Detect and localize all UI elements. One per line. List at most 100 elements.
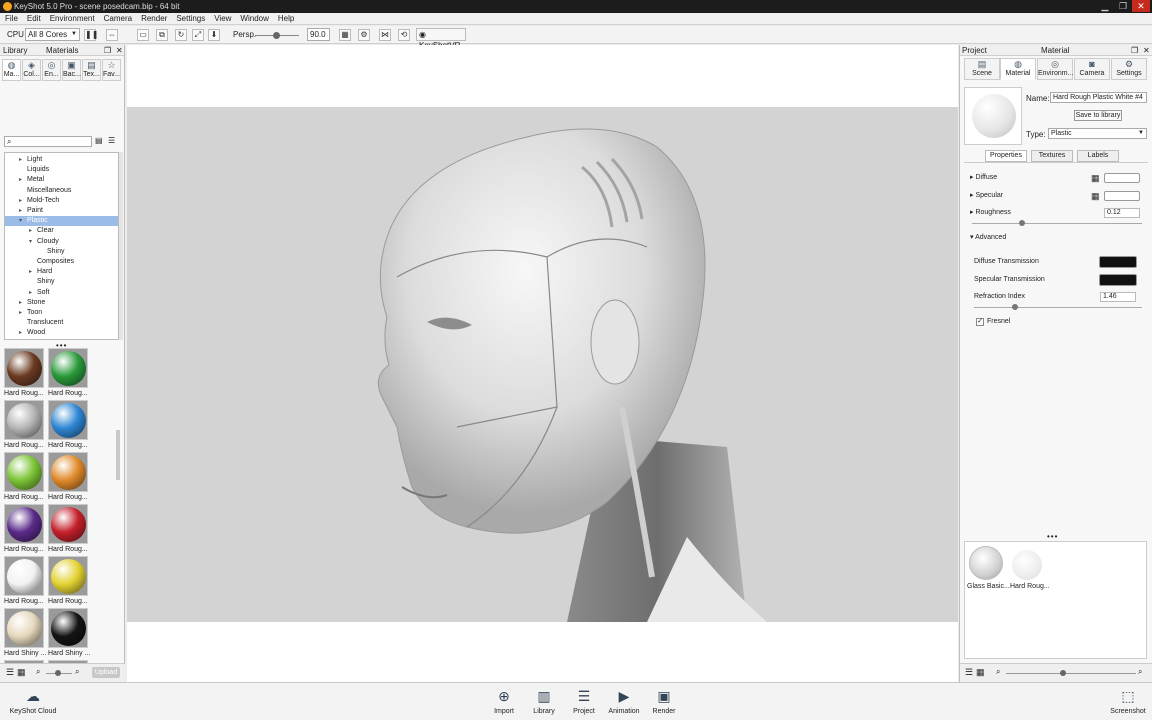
diffuse-row[interactable]: ▸ Diffuse — [970, 173, 997, 183]
thumbnail-size-knob[interactable] — [1060, 670, 1066, 676]
real-time-viewport[interactable] — [127, 45, 958, 682]
tree-item[interactable]: Translucent — [19, 318, 63, 328]
roughness-row[interactable]: ▸ Roughness — [970, 208, 1011, 218]
tab-colors[interactable]: ◈ Col... — [22, 59, 41, 81]
grid-view-icon[interactable]: ▦ — [976, 667, 985, 678]
specular-color-swatch[interactable] — [1104, 191, 1140, 201]
float-icon[interactable]: ❐ — [104, 46, 111, 55]
save-to-library-button[interactable]: Save to library — [1074, 110, 1122, 121]
keyshot-cloud-button[interactable]: ☁ KeyShot Cloud — [8, 686, 58, 715]
material-name-input[interactable]: Hard Rough Plastic White #4 — [1050, 92, 1147, 103]
tree-item[interactable]: ▸ Clear — [29, 226, 54, 236]
fresnel-checkbox[interactable]: ✓ — [976, 318, 984, 326]
tab-backplates[interactable]: ▣ Bac... — [62, 59, 81, 81]
animation-button[interactable]: ▶ Animation — [604, 686, 644, 715]
menu-camera[interactable]: Camera — [99, 13, 136, 23]
material-swatch[interactable]: Hard Roug... — [48, 452, 92, 504]
download-icon[interactable]: ⬇ — [208, 29, 220, 41]
tab-environments[interactable]: ◎ En... — [42, 59, 61, 81]
texture-map-icon[interactable]: ▦ — [1091, 173, 1100, 184]
grid-icon[interactable]: ▦ — [339, 29, 351, 41]
tree-scrollbar[interactable] — [119, 152, 123, 340]
plastic-material-thumb[interactable] — [1012, 550, 1042, 580]
render-button[interactable]: ▣ Render — [644, 686, 684, 715]
material-swatch[interactable]: Hard Roug... — [48, 504, 92, 556]
list-icon[interactable]: ☰ — [965, 667, 973, 678]
thumbnail-size-slider[interactable] — [1006, 670, 1136, 676]
menu-render[interactable]: Render — [136, 13, 171, 23]
tree-item[interactable]: ▸ Light — [19, 155, 42, 165]
persp-value-input[interactable]: 90.0 — [307, 28, 330, 41]
specular-transmission-swatch[interactable] — [1099, 274, 1137, 286]
refraction-slider[interactable] — [974, 304, 1142, 310]
expand-arrow-icon[interactable]: ▸ — [19, 298, 27, 308]
material-swatch[interactable]: Hard Shiny ... — [48, 608, 92, 660]
material-swatch[interactable]: Hard Roug... — [4, 400, 48, 452]
tree-item[interactable]: ▾ Cloudy — [29, 237, 59, 247]
fov-slider-knob[interactable] — [273, 32, 280, 39]
material-swatch[interactable]: Hard Roug... — [4, 504, 48, 556]
type-select[interactable]: Plastic ▼ — [1048, 128, 1147, 139]
collapse-arrow-icon[interactable]: ▾ — [19, 216, 27, 226]
tab-scene[interactable]: ▤ Scene — [964, 58, 1000, 80]
tree-item[interactable]: ▸ Metal — [19, 175, 44, 185]
material-swatch[interactable]: Hard Roug... — [48, 556, 92, 608]
close-panel-icon[interactable]: ✕ — [1143, 46, 1150, 55]
material-swatch[interactable]: Hard Roug... — [48, 400, 92, 452]
more-handle-icon[interactable]: ••• — [1047, 532, 1058, 541]
tree-item[interactable]: ▸ Mold-Tech — [19, 196, 59, 206]
refresh-icon[interactable]: ↻ — [175, 29, 187, 41]
expand-arrow-icon[interactable]: ▸ — [19, 308, 27, 318]
close-panel-icon[interactable]: ✕ — [116, 46, 123, 55]
thumbnail-size-slider[interactable] — [46, 670, 72, 676]
search-input[interactable]: ⌕ — [4, 136, 92, 147]
tree-item[interactable]: Liquids — [19, 165, 49, 175]
pose-icon[interactable]: ⋈ — [379, 29, 391, 41]
tree-item[interactable]: ▸ Stone — [19, 298, 45, 308]
fov-slider[interactable] — [255, 32, 299, 39]
screenshot-button[interactable]: ⬚ Screenshot — [1106, 686, 1150, 715]
material-swatch[interactable]: Hard Shiny ... — [4, 608, 48, 660]
menu-settings[interactable]: Settings — [171, 13, 209, 23]
expand-arrow-icon[interactable]: ▸ — [19, 206, 27, 216]
expand-arrow-icon[interactable]: ▸ — [29, 226, 37, 236]
performance-mode-icon[interactable]: ⇔ — [106, 29, 118, 41]
thumbnail-size-knob[interactable] — [55, 670, 61, 676]
expand-arrow-icon[interactable]: ▸ — [29, 288, 37, 298]
expand-arrow-icon[interactable]: ▸ — [19, 155, 27, 165]
tree-item[interactable]: Shiny — [39, 247, 65, 257]
material-preview[interactable] — [964, 87, 1022, 145]
cores-select[interactable]: All 8 Cores ▼ — [25, 28, 80, 41]
library-button[interactable]: ▥ Library — [524, 686, 564, 715]
swatch-scrollbar[interactable] — [116, 430, 120, 480]
diffuse-transmission-swatch[interactable] — [1099, 256, 1137, 268]
expand-arrow-icon[interactable]: ▸ — [19, 328, 27, 338]
list-icon[interactable]: ☰ — [6, 667, 14, 678]
import-button[interactable]: ⊕ Import — [484, 686, 524, 715]
duplicate-icon[interactable]: ⧉ — [156, 29, 168, 41]
tree-item[interactable]: ▸ Toon — [19, 308, 42, 318]
roughness-slider[interactable] — [972, 220, 1142, 226]
orbit-icon[interactable]: ⟲ — [398, 29, 410, 41]
refraction-index-input[interactable]: 1.46 — [1100, 292, 1136, 302]
expand-arrow-icon[interactable]: ▸ — [19, 196, 27, 206]
material-swatch[interactable]: Hard Roug... — [4, 348, 48, 400]
grid-view-icon[interactable]: ▦ — [17, 667, 26, 678]
refraction-slider-knob[interactable] — [1012, 304, 1018, 310]
tab-favorites[interactable]: ☆ Fav... — [102, 59, 121, 81]
collapse-arrow-icon[interactable]: ▾ — [29, 237, 37, 247]
specular-row[interactable]: ▸ Specular — [970, 191, 1003, 201]
tree-item[interactable]: Miscellaneous — [19, 186, 71, 196]
tab-labels[interactable]: Labels — [1077, 150, 1119, 162]
tree-item[interactable]: ▾ Plastic — [5, 216, 118, 227]
roughness-slider-knob[interactable] — [1019, 220, 1025, 226]
minimize-button[interactable]: ▁ — [1096, 0, 1114, 12]
tree-item[interactable]: Shiny — [29, 277, 55, 287]
menu-file[interactable]: File — [0, 13, 22, 23]
texture-map-icon[interactable]: ▦ — [1091, 191, 1100, 202]
material-swatch[interactable]: Hard Roug... — [48, 348, 92, 400]
list-view-icon[interactable]: ☰ — [108, 136, 115, 145]
tab-camera[interactable]: ◙ Camera — [1074, 58, 1110, 80]
tree-item[interactable]: ▸ Soft — [29, 288, 49, 298]
tree-item[interactable]: ▸ Wood — [19, 328, 45, 338]
